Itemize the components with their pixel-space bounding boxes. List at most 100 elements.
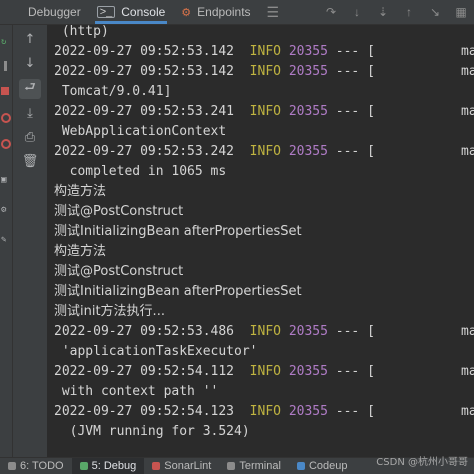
console-line: 2022-09-27 09:52:53.242 INFO 20355 --- [… — [54, 142, 474, 162]
console-line: 2022-09-27 09:52:53.142 INFO 20355 --- [… — [54, 42, 474, 62]
settings-icon[interactable]: ⚙ — [1, 205, 11, 215]
log-level: INFO — [249, 144, 281, 159]
console-line: 测试@PostConstruct — [54, 202, 183, 222]
pause-icon[interactable] — [4, 61, 7, 71]
log-thread: mai — [461, 104, 474, 119]
menu-icon[interactable]: ☰ — [267, 4, 280, 21]
tab-console[interactable]: >_ Console — [89, 0, 174, 24]
log-separator: --- [ — [335, 104, 375, 119]
log-text: completed in 1065 ms — [54, 164, 227, 179]
tab-endpoints[interactable]: ⚙ Endpoints — [173, 0, 258, 24]
log-level: INFO — [249, 64, 281, 79]
log-thread: mai — [461, 64, 474, 79]
print-icon[interactable]: ⎙ — [19, 127, 41, 147]
console-line: 测试init方法执行... — [54, 302, 165, 322]
log-date: 2022-09-27 09:52:54.123 — [54, 404, 235, 419]
log-pid: 20355 — [288, 64, 328, 79]
clear-all-icon[interactable]: 🗑 — [19, 151, 41, 171]
bottom-tab-codeup-label: Codeup — [308, 460, 348, 472]
log-text: Tomcat/9.0.41] — [54, 84, 172, 99]
endpoints-icon: ⚙ — [181, 6, 192, 19]
console-line: with context path '' — [54, 382, 219, 402]
step-out-icon[interactable]: ↑ — [396, 5, 422, 19]
todo-icon — [8, 462, 16, 470]
log-pid: 20355 — [288, 404, 328, 419]
console-line: 2022-09-27 09:52:54.112 INFO 20355 --- [… — [54, 362, 474, 382]
bottom-tab-codeup[interactable]: Codeup — [289, 458, 356, 474]
watermark: CSDN @杭州小哥哥 — [376, 457, 468, 468]
log-level: INFO — [249, 404, 281, 419]
codeup-icon — [296, 462, 305, 470]
tab-console-label: Console — [121, 5, 166, 19]
log-thread: mai — [461, 324, 474, 339]
log-text: 测试@PostConstruct — [54, 264, 184, 279]
log-date: 2022-09-27 09:52:53.486 — [54, 324, 235, 339]
tab-debugger[interactable]: Debugger — [0, 0, 89, 24]
log-thread: mai — [461, 364, 474, 379]
log-text: 'applicationTaskExecutor' — [54, 344, 258, 359]
evaluate-icon[interactable]: ▦ — [448, 5, 474, 19]
log-separator: --- [ — [335, 44, 375, 59]
bottom-tab-debug-label: 5: Debug — [91, 460, 137, 472]
scroll-down-icon[interactable]: ↓ — [19, 53, 41, 73]
log-thread: mai — [461, 144, 474, 159]
console-line: (http) — [54, 25, 109, 42]
force-step-into-icon[interactable]: ⇣ — [370, 5, 396, 19]
debug-icon — [79, 462, 88, 470]
log-text: 测试@PostConstruct — [54, 204, 184, 219]
log-date: 2022-09-27 09:52:53.241 — [54, 104, 235, 119]
step-into-icon[interactable]: ↓ — [344, 5, 370, 19]
stop-icon[interactable] — [1, 87, 9, 95]
console-icon: >_ — [96, 6, 116, 18]
rerun-icon[interactable]: ↻ — [1, 37, 11, 47]
log-pid: 20355 — [288, 324, 328, 339]
log-level: INFO — [249, 324, 281, 339]
console-line: 2022-09-27 09:52:53.241 INFO 20355 --- [… — [54, 102, 474, 122]
sonarlint-icon — [152, 462, 161, 470]
console-line: 测试InitializingBean afterPropertiesSet — [54, 282, 302, 302]
log-date: 2022-09-27 09:52:53.142 — [54, 64, 235, 79]
console-line: 测试InitializingBean afterPropertiesSet — [54, 222, 302, 242]
log-date: 2022-09-27 09:52:53.242 — [54, 144, 235, 159]
step-over-icon[interactable]: ↷ — [318, 5, 344, 19]
console-line: 'applicationTaskExecutor' — [54, 342, 258, 362]
log-text: with context path '' — [54, 384, 219, 399]
log-text: 测试init方法执行... — [54, 304, 165, 319]
console-line: 2022-09-27 09:52:53.486 INFO 20355 --- [… — [54, 322, 474, 342]
log-text: 构造方法 — [54, 244, 107, 259]
log-text: (http) — [54, 25, 109, 39]
log-text: 构造方法 — [54, 184, 107, 199]
log-date: 2022-09-27 09:52:54.112 — [54, 364, 235, 379]
bottom-tab-todo[interactable]: 6: TODO — [0, 458, 72, 474]
scroll-up-icon[interactable]: ↑ — [19, 29, 41, 49]
log-pid: 20355 — [288, 364, 328, 379]
terminal-icon — [227, 462, 236, 470]
debug-actions: ↷ ↓ ⇣ ↑ ↘ ▦ — [318, 0, 474, 24]
console-line: WebApplicationContext — [54, 122, 226, 142]
pin-icon[interactable]: ✎ — [1, 235, 11, 245]
console-line: 构造方法 — [54, 242, 106, 262]
console-output[interactable]: (http) 2022-09-27 09:52:53.142 INFO 20355… — [47, 25, 474, 457]
log-separator: --- [ — [335, 324, 375, 339]
console-line: Tomcat/9.0.41] — [54, 82, 172, 102]
run-to-cursor-icon[interactable]: ↘ — [422, 5, 448, 19]
log-level: INFO — [249, 44, 281, 59]
log-thread: mai — [461, 44, 474, 59]
camera-icon[interactable]: ▣ — [1, 175, 11, 185]
soft-wrap-icon[interactable]: ⮐ — [19, 79, 41, 99]
breakpoints-icon[interactable] — [1, 113, 11, 123]
tab-debugger-label: Debugger — [28, 5, 81, 19]
log-text: 测试InitializingBean afterPropertiesSet — [54, 224, 302, 239]
bottom-tab-terminal[interactable]: Terminal — [219, 458, 289, 474]
mute-breakpoints-icon[interactable] — [1, 139, 11, 149]
scroll-to-end-icon[interactable]: ⤓ — [19, 103, 41, 123]
log-pid: 20355 — [288, 144, 328, 159]
bottom-tab-debug[interactable]: 5: Debug — [71, 458, 145, 474]
log-pid: 20355 — [288, 104, 328, 119]
log-separator: --- [ — [335, 404, 375, 419]
console-line: 2022-09-27 09:52:53.142 INFO 20355 --- [… — [54, 62, 474, 82]
bottom-tab-sonarlint-label: SonarLint — [164, 460, 212, 472]
log-separator: --- [ — [335, 64, 375, 79]
console-toolbar: ↑ ↓ ⮐ ⤓ ⎙ 🗑 — [13, 25, 48, 457]
bottom-tab-sonarlint[interactable]: SonarLint — [144, 458, 219, 474]
